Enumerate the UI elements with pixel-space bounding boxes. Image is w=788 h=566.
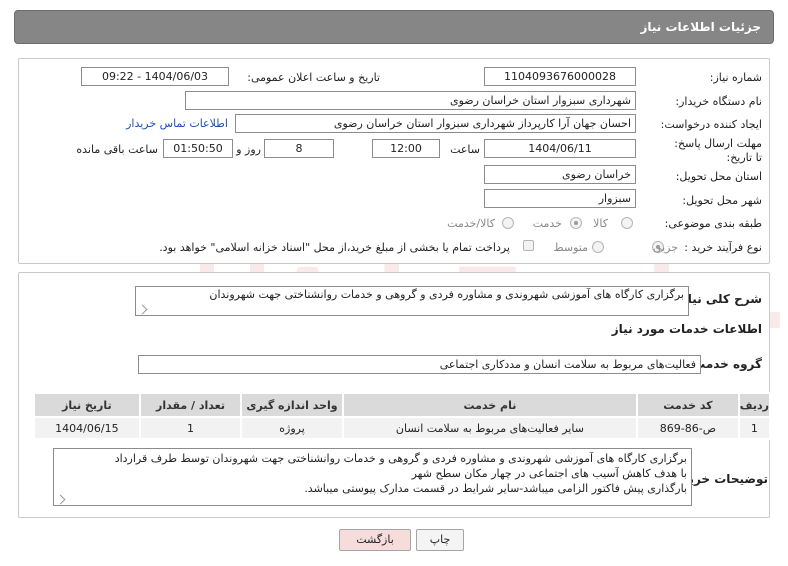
summary-textarea[interactable]: برگزاری کارگاه های آموزشی شهروندی و مشاو… — [135, 286, 689, 316]
services-section-title: اطلاعات خدمات مورد نیاز — [611, 322, 762, 336]
process-radio-medium[interactable] — [592, 241, 604, 253]
remaining-time-label: ساعت باقی مانده — [76, 143, 158, 156]
category-radio-service[interactable] — [570, 217, 582, 229]
days-remaining-field: 8 — [264, 139, 334, 158]
province-field: خراسان رضوی — [484, 165, 636, 184]
page-header: جزئیات اطلاعات نیاز — [14, 10, 774, 44]
category-label: طبقه بندی موضوعی: — [664, 217, 762, 230]
back-button[interactable]: بازگشت — [339, 529, 411, 551]
cell-unit: پروژه — [240, 416, 344, 440]
buyer-org-label: نام دستگاه خریدار: — [675, 95, 762, 108]
col-unit: واحد اندازه گیری — [240, 392, 344, 418]
buyer-notes-line: برگزاری کارگاه های آموزشی شهروندی و مشاو… — [114, 452, 687, 465]
deadline-date-field: 1404/06/11 — [484, 139, 636, 158]
process-option-medium: متوسط — [553, 241, 588, 254]
services-table: ردیف کد خدمت نام خدمت واحد اندازه گیری ت… — [33, 392, 772, 440]
process-type-label: نوع فرآیند خرید : — [684, 241, 762, 254]
services-table-header: ردیف کد خدمت نام خدمت واحد اندازه گیری ت… — [33, 392, 772, 418]
need-number-label: شماره نیاز: — [709, 71, 762, 84]
cell-need-date: 1404/06/15 — [33, 416, 141, 440]
buyer-notes-textarea[interactable]: برگزاری کارگاه های آموزشی شهروندی و مشاو… — [53, 448, 692, 506]
category-radio-goods-service[interactable] — [502, 217, 514, 229]
table-row: 1 ص-86-869 سایر فعالیت‌های مربوط به سلام… — [33, 416, 772, 440]
page-title: جزئیات اطلاعات نیاز — [640, 20, 761, 34]
remaining-time-field: 01:50:50 — [163, 139, 233, 158]
process-option-minor: جزیی — [652, 241, 678, 254]
need-info-panel — [18, 58, 770, 264]
deadline-label: مهلت ارسال پاسخ: تا تاریخ: — [674, 137, 762, 164]
buyer-notes-line: بارگذاری پیش فاکتور الزامی میباشد-سایر ش… — [304, 482, 687, 495]
announce-datetime-label: تاریخ و ساعت اعلان عمومی: — [247, 71, 380, 84]
col-row-number: ردیف — [737, 392, 772, 418]
buyer-org-field: شهرداری سبزوار استان خراسان رضوی — [185, 91, 636, 110]
deadline-time-label: ساعت — [450, 143, 480, 156]
service-group-field: فعالیت‌های مربوط به سلامت انسان و مددکار… — [138, 355, 701, 374]
col-need-date: تاریخ نیاز — [33, 392, 141, 418]
creator-label: ایجاد کننده درخواست: — [660, 118, 762, 131]
days-label: روز و — [236, 143, 261, 156]
buyer-notes-line: با هدف کاهش آسیب های اجتماعی در چهار مکا… — [411, 467, 687, 480]
province-label: استان محل تحویل: — [675, 170, 762, 183]
treasury-payment-note: پرداخت تمام یا بخشی از مبلغ خرید،از محل … — [159, 241, 510, 254]
col-quantity: تعداد / مقدار — [138, 392, 243, 418]
category-radio-goods[interactable] — [621, 217, 633, 229]
city-field: سبزوار — [484, 189, 636, 208]
treasury-payment-checkbox[interactable] — [523, 240, 534, 251]
print-button[interactable]: چاپ — [416, 529, 464, 551]
cell-service-code: ص-86-869 — [636, 416, 740, 440]
deadline-time-field: 12:00 — [372, 139, 440, 158]
col-service-code: کد خدمت — [636, 392, 740, 418]
category-option-service: خدمت — [532, 217, 562, 230]
cell-row-number: 1 — [737, 416, 772, 440]
cell-service-name: سایر فعالیت‌های مربوط به سلامت انسان — [341, 416, 639, 440]
category-option-goods-service: کالا/خدمت — [447, 217, 495, 230]
contact-info-link[interactable]: اطلاعات تماس خریدار — [126, 117, 228, 130]
category-option-goods: کالا — [593, 217, 608, 230]
creator-field: احسان جهان آرا کارپرداز شهرداری سبزوار ا… — [235, 114, 636, 133]
col-service-name: نام خدمت — [341, 392, 639, 418]
city-label: شهر محل تحویل: — [682, 194, 762, 207]
cell-quantity: 1 — [138, 416, 243, 440]
announce-datetime-field: 1404/06/03 - 09:22 — [81, 67, 229, 86]
need-number-field: 1104093676000028 — [484, 67, 636, 86]
